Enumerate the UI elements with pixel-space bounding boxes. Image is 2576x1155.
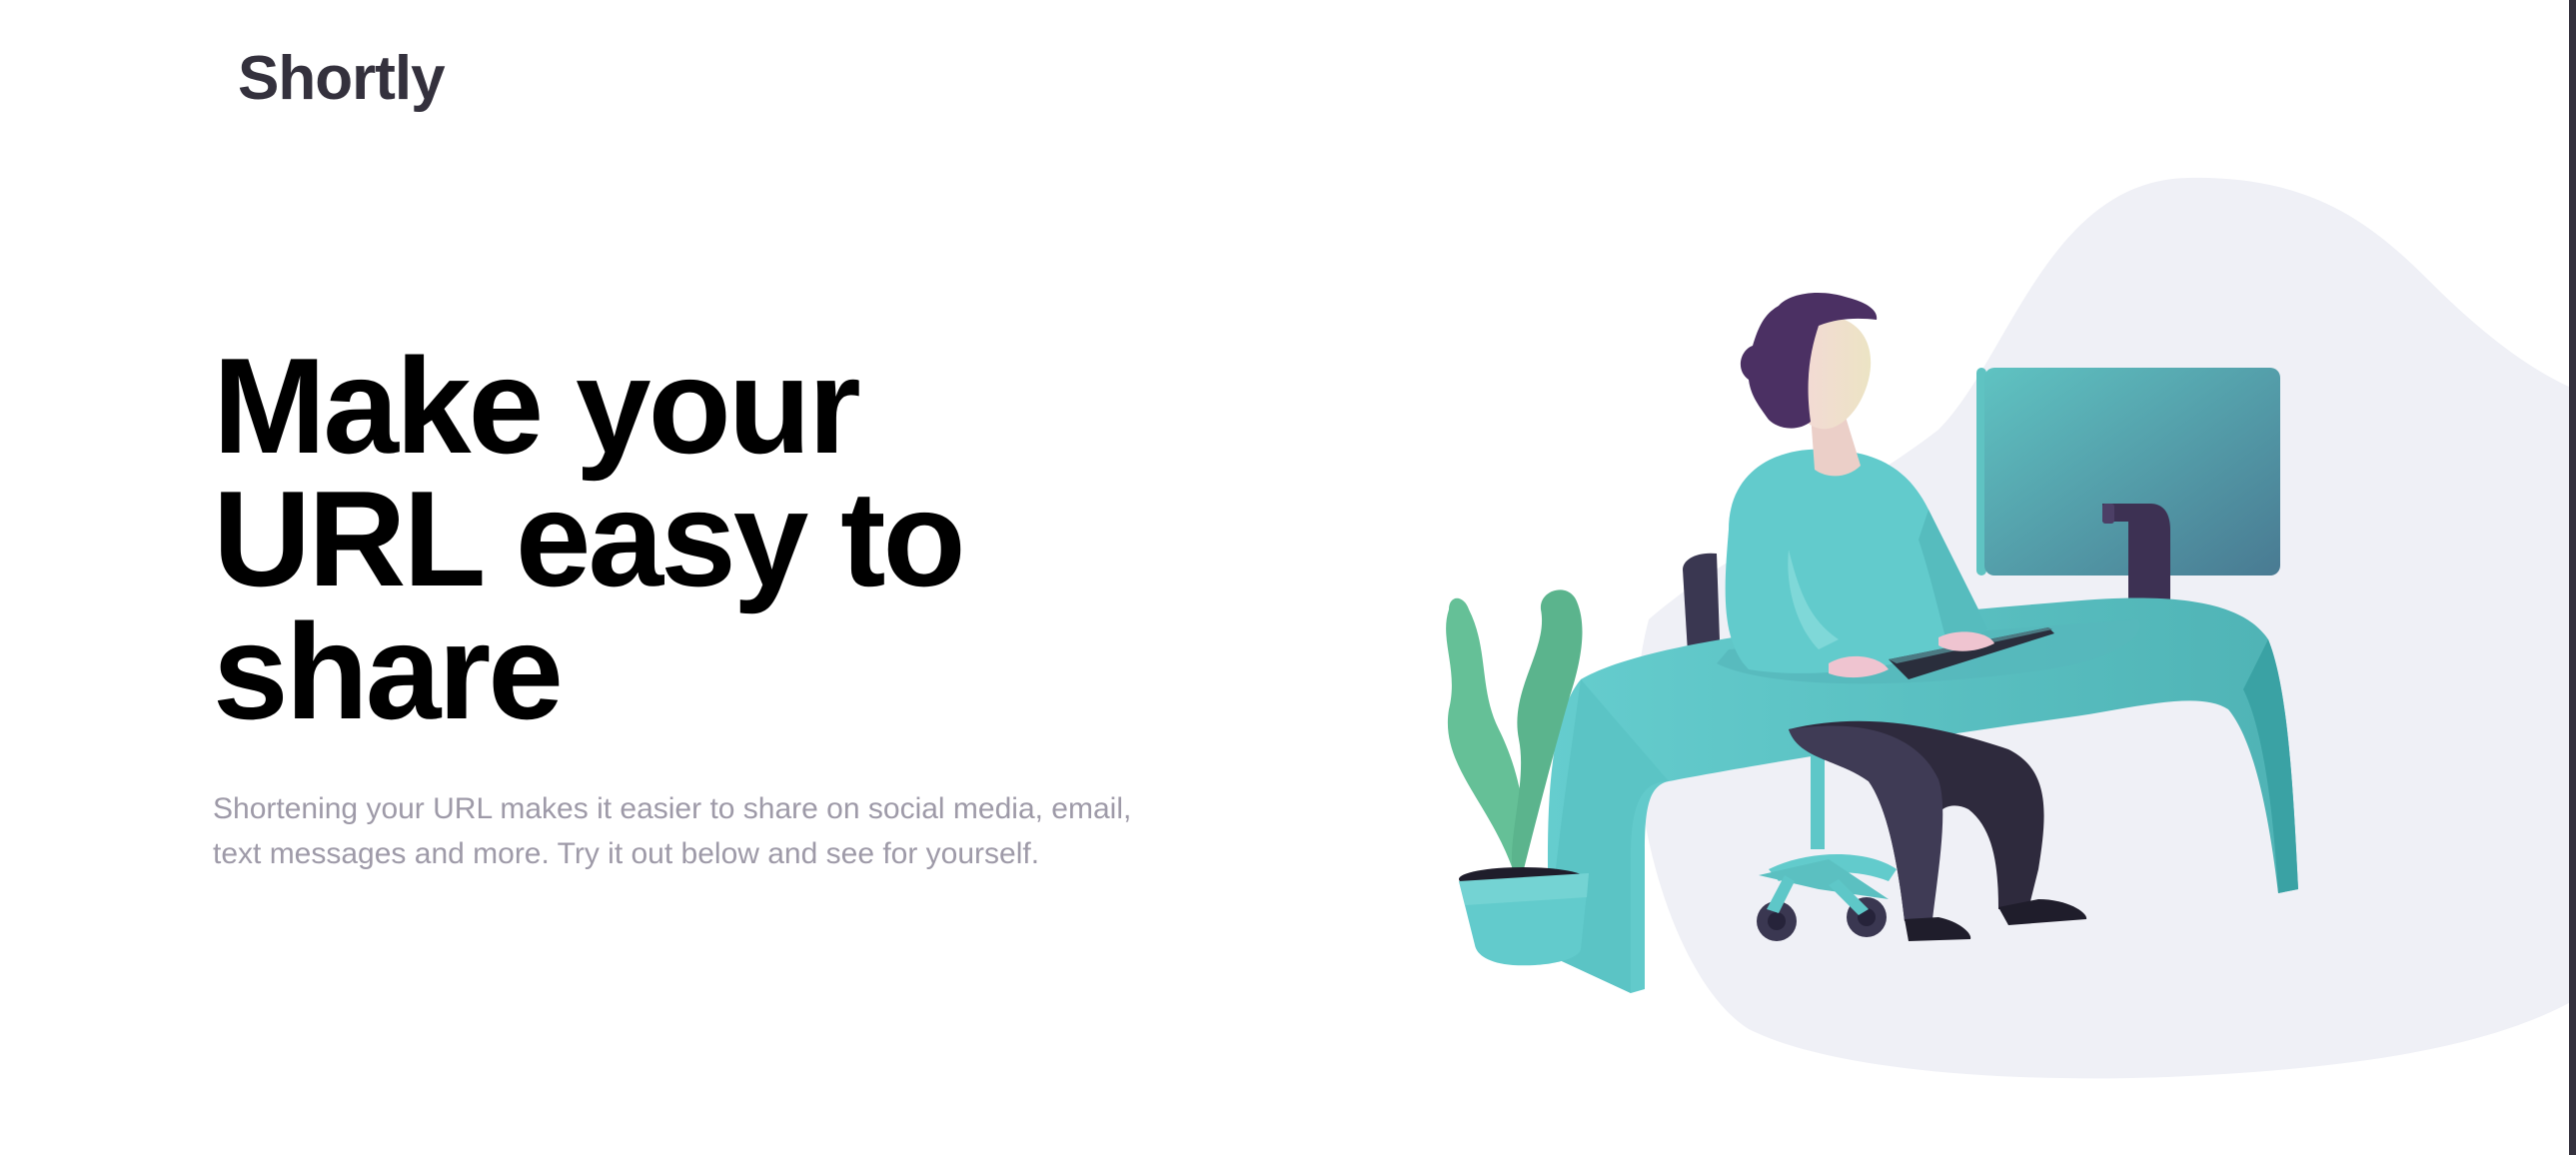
hero-title: Make your URL easy to share xyxy=(213,330,966,747)
hero-section: Make your URL easy to share Shortening y… xyxy=(213,330,1212,876)
logo[interactable]: Shortly xyxy=(238,42,446,116)
hero-subtitle: Shortening your URL makes it easier to s… xyxy=(213,792,1132,870)
working-illustration xyxy=(1349,170,2576,1089)
right-edge-bar xyxy=(2569,0,2576,1155)
